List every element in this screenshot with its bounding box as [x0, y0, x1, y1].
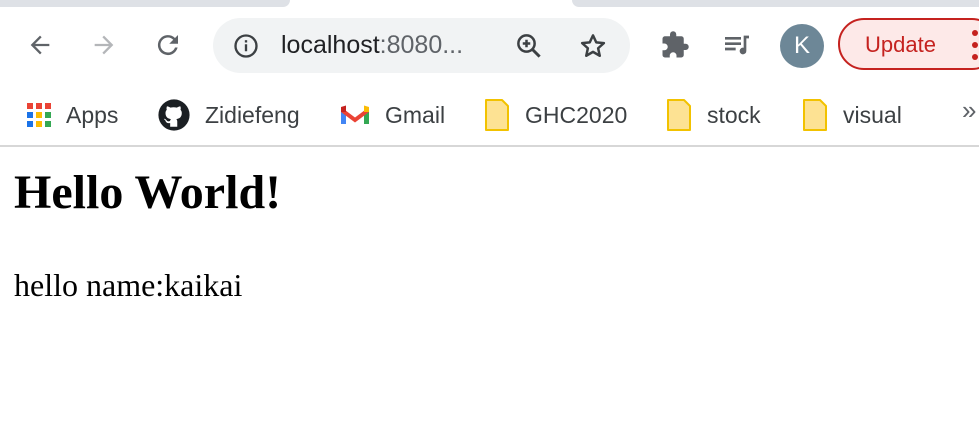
bookmark-label: visual	[843, 101, 902, 128]
folder-icon	[483, 98, 511, 132]
apps-grid-icon	[26, 102, 52, 128]
media-button[interactable]	[717, 25, 757, 65]
folder-icon	[801, 98, 829, 132]
bookmark-label: stock	[707, 101, 761, 128]
page-content: Hello World! hello name:kaikai	[0, 147, 979, 431]
bookmark-label: Gmail	[385, 101, 446, 128]
bookmark-ghc2020[interactable]: GHC2020	[483, 95, 627, 135]
gmail-icon	[339, 103, 371, 127]
info-icon	[234, 34, 258, 58]
url-port: :8080...	[379, 31, 464, 59]
tab-inactive-left[interactable]	[0, 0, 290, 7]
bookmarks-bar: Apps Zidiefeng Gmail GHC2020 stock visua…	[0, 85, 979, 147]
bookmark-label: Apps	[66, 101, 119, 128]
update-button[interactable]: Update	[838, 18, 979, 70]
page-text: hello name:kaikai	[14, 267, 243, 303]
forward-arrow-icon	[94, 35, 114, 55]
bookmark-apps[interactable]: Apps	[26, 95, 118, 135]
bookmarks-overflow-button[interactable]: »	[962, 95, 976, 126]
bookmark-star-button[interactable]	[577, 30, 609, 62]
reload-icon	[157, 35, 178, 56]
bookmark-zidiefeng[interactable]: Zidiefeng	[157, 95, 300, 135]
profile-avatar[interactable]: K	[780, 24, 824, 68]
folder-icon	[665, 98, 693, 132]
bookmark-label: GHC2020	[525, 101, 628, 128]
bookmark-stock[interactable]: stock	[665, 95, 761, 135]
address-bar[interactable]: localhost:8080...	[213, 18, 630, 73]
star-icon	[580, 34, 606, 57]
url-host: localhost	[281, 31, 380, 59]
tab-strip	[0, 0, 979, 7]
bookmark-gmail[interactable]: Gmail	[339, 95, 445, 135]
bookmark-label: Zidiefeng	[205, 101, 300, 128]
reload-button[interactable]	[148, 25, 188, 65]
forward-button[interactable]	[84, 25, 124, 65]
site-info-button[interactable]	[231, 31, 261, 61]
back-button[interactable]	[20, 25, 60, 65]
puzzle-icon	[662, 31, 689, 58]
zoom-button[interactable]	[513, 30, 545, 62]
three-dots-icon[interactable]	[970, 28, 979, 62]
back-arrow-icon	[30, 35, 50, 55]
zoom-in-icon	[517, 34, 541, 58]
bookmark-visual[interactable]: visual	[801, 95, 902, 135]
page-heading: Hello World!	[14, 166, 282, 219]
url-text[interactable]: localhost:8080...	[281, 31, 463, 60]
extensions-button[interactable]	[655, 25, 695, 65]
github-icon	[157, 98, 191, 132]
browser-toolbar: localhost:8080... K Update	[0, 7, 979, 85]
update-label: Update	[865, 32, 936, 57]
playlist-music-icon	[725, 35, 749, 55]
tab-inactive-right[interactable]	[572, 0, 979, 7]
